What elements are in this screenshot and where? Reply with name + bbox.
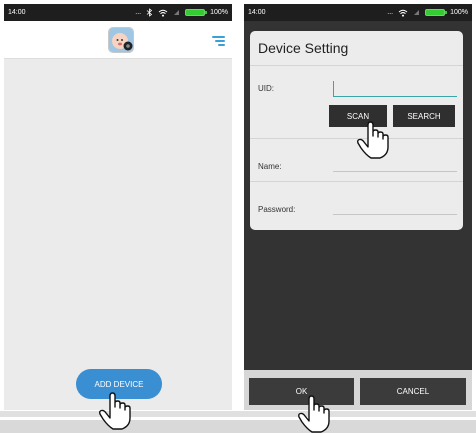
wifi-icon	[398, 9, 408, 17]
hand-pointer-icon	[298, 395, 330, 433]
wifi-icon	[158, 9, 168, 17]
name-input[interactable]	[333, 158, 457, 172]
password-label: Password:	[258, 205, 296, 214]
dialog-action-bar: OK CANCEL	[244, 370, 472, 410]
bottom-shade-lower	[0, 420, 476, 433]
bottom-shade	[0, 411, 476, 417]
status-time: 14:00	[8, 9, 26, 16]
dialog-title: Device Setting	[258, 40, 349, 56]
uid-input[interactable]	[333, 81, 457, 97]
search-button[interactable]: SEARCH	[393, 105, 455, 127]
status-icons: ... 100%	[387, 9, 468, 17]
title-divider	[250, 65, 463, 66]
home-screen: 14:00 ... 100% ADD DEVICE	[4, 4, 232, 410]
status-dots: ...	[387, 9, 394, 16]
app-header	[4, 21, 232, 59]
device-setting-screen: 14:00 ... 100% Device Setting UID: SCAN …	[244, 4, 472, 410]
name-label: Name:	[258, 162, 282, 171]
uid-label: UID:	[258, 84, 274, 93]
name-divider	[250, 181, 463, 182]
status-icons: ... 100%	[135, 8, 228, 17]
password-input[interactable]	[333, 201, 457, 215]
status-time: 14:00	[248, 9, 266, 16]
menu-lines-icon[interactable]	[212, 36, 225, 46]
bluetooth-icon	[146, 8, 153, 17]
baby-face-icon	[108, 27, 134, 53]
status-bar: 14:00 ... 100%	[244, 4, 472, 21]
battery-icon	[425, 9, 448, 16]
hand-pointer-icon	[99, 392, 131, 430]
signal-off-icon	[414, 10, 420, 15]
status-dots: ...	[135, 9, 142, 16]
cancel-button[interactable]: CANCEL	[360, 378, 466, 405]
screenshot-stage: 14:00 ... 100% ADD DEVICE 14:00 ... 100%…	[0, 0, 476, 433]
signal-off-icon	[174, 10, 180, 15]
battery-percent: 100%	[210, 9, 228, 16]
hand-pointer-icon	[357, 121, 389, 159]
battery-icon	[185, 9, 208, 16]
status-bar: 14:00 ... 100%	[4, 4, 232, 21]
battery-percent: 100%	[450, 9, 468, 16]
